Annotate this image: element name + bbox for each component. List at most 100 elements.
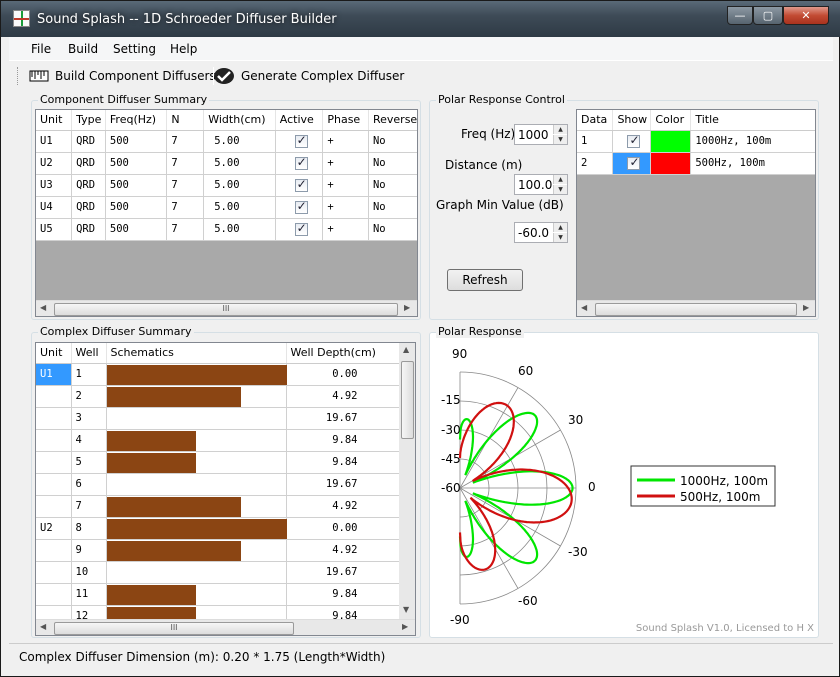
cell-phase[interactable]: + xyxy=(322,130,369,153)
complex-vscroll[interactable]: ▲ ▼ xyxy=(399,343,415,619)
check-icon[interactable] xyxy=(294,177,308,192)
cell-unit[interactable]: U1 xyxy=(36,363,72,386)
cell-unit[interactable]: U2 xyxy=(36,517,72,540)
cell-n[interactable]: 7 xyxy=(166,152,205,175)
cell-schematic[interactable] xyxy=(106,363,287,386)
show-checkbox[interactable] xyxy=(612,152,652,175)
column-header[interactable]: Well xyxy=(71,343,107,364)
cell-unit[interactable] xyxy=(36,407,72,430)
series-hscroll-thumb[interactable] xyxy=(595,303,797,316)
check-icon[interactable] xyxy=(294,155,308,170)
active-checkbox[interactable] xyxy=(275,130,324,153)
menu-setting[interactable]: Setting xyxy=(113,42,156,56)
build-component-button[interactable]: Build Component Diffusers xyxy=(29,67,216,85)
cell-unit[interactable]: U1 xyxy=(36,130,73,153)
cell-schematic[interactable] xyxy=(106,583,287,606)
cell-depth[interactable]: 9.84 xyxy=(286,583,401,606)
cell-well[interactable]: 9 xyxy=(71,539,107,562)
table-row[interactable]: 9 4.92 xyxy=(36,539,401,562)
table-row[interactable]: U1QRD50075.00 +No xyxy=(36,130,417,153)
component-hscroll-thumb[interactable]: III xyxy=(54,303,398,316)
spin-up-icon[interactable]: ▲ xyxy=(553,223,567,232)
column-header[interactable]: Type xyxy=(71,110,106,131)
cell-well[interactable]: 6 xyxy=(71,473,107,496)
cell-well[interactable]: 4 xyxy=(71,429,107,452)
cell-reverse[interactable]: No xyxy=(368,152,417,175)
table-row[interactable]: 4 9.84 xyxy=(36,429,401,452)
generate-complex-button[interactable]: Generate Complex Diffuser xyxy=(213,67,404,85)
cell-phase[interactable]: + xyxy=(322,218,369,241)
maximize-button[interactable]: ▢ xyxy=(753,6,783,25)
menu-help[interactable]: Help xyxy=(170,42,197,56)
series-row[interactable]: 1 1000Hz, 100m xyxy=(577,130,815,153)
cell-freq[interactable]: 500 xyxy=(105,130,168,153)
cell-type[interactable]: QRD xyxy=(71,152,106,175)
cell-depth[interactable]: 0.00 xyxy=(286,363,401,386)
cell-freq[interactable]: 500 xyxy=(105,174,168,197)
min-value-spinner[interactable]: -60.0 ▲ ▼ xyxy=(514,222,568,243)
cell-unit[interactable] xyxy=(36,473,72,496)
show-checkbox[interactable] xyxy=(612,130,652,153)
spin-down-icon[interactable]: ▼ xyxy=(553,233,567,242)
scroll-right-icon[interactable]: ▶ xyxy=(803,303,809,312)
scroll-left-icon[interactable]: ◀ xyxy=(40,622,46,631)
cell-depth[interactable]: 4.92 xyxy=(286,539,401,562)
cell-data[interactable]: 2 xyxy=(577,152,614,175)
cell-unit[interactable] xyxy=(36,583,72,606)
spin-down-icon[interactable]: ▼ xyxy=(553,135,567,144)
column-header[interactable]: Data xyxy=(577,110,614,131)
cell-reverse[interactable]: No xyxy=(368,218,417,241)
cell-depth[interactable]: 0.00 xyxy=(286,517,401,540)
cell-n[interactable]: 7 xyxy=(166,174,205,197)
column-header[interactable]: Show xyxy=(612,110,652,131)
cell-depth[interactable]: 9.84 xyxy=(286,429,401,452)
cell-schematic[interactable] xyxy=(106,495,287,518)
column-header[interactable]: Title xyxy=(690,110,815,131)
column-header[interactable]: Unit xyxy=(36,343,72,364)
column-header[interactable]: Well Depth(cm) xyxy=(286,343,401,364)
spin-up-icon[interactable]: ▲ xyxy=(553,125,567,134)
active-checkbox[interactable] xyxy=(275,174,324,197)
cell-width[interactable]: 5.00 xyxy=(203,218,276,241)
scroll-right-icon[interactable]: ▶ xyxy=(404,303,410,312)
cell-reverse[interactable]: No xyxy=(368,196,417,219)
check-icon[interactable] xyxy=(627,133,641,148)
table-row[interactable]: 10 19.67 xyxy=(36,561,401,584)
cell-well[interactable]: 8 xyxy=(71,517,107,540)
check-icon[interactable] xyxy=(294,133,308,148)
series-hscroll[interactable]: ◀ ▶ xyxy=(577,300,815,316)
cell-schematic[interactable] xyxy=(106,561,287,584)
active-checkbox[interactable] xyxy=(275,196,324,219)
table-row[interactable]: 7 4.92 xyxy=(36,495,401,518)
color-swatch[interactable] xyxy=(650,130,692,153)
component-hscroll[interactable]: ◀ III ▶ xyxy=(36,300,417,316)
cell-schematic[interactable] xyxy=(106,429,287,452)
check-icon[interactable] xyxy=(627,155,641,170)
cell-freq[interactable]: 500 xyxy=(105,196,168,219)
complex-vscroll-thumb[interactable] xyxy=(401,361,414,439)
cell-width[interactable]: 5.00 xyxy=(203,130,276,153)
table-row[interactable]: U3QRD50075.00 +No xyxy=(36,174,417,197)
complex-hscroll[interactable]: ◀ III ▶ xyxy=(36,619,415,635)
refresh-button[interactable]: Refresh xyxy=(447,269,523,291)
cell-width[interactable]: 5.00 xyxy=(203,152,276,175)
cell-unit[interactable] xyxy=(36,561,72,584)
cell-well[interactable]: 11 xyxy=(71,583,107,606)
cell-reverse[interactable]: No xyxy=(368,130,417,153)
cell-title[interactable]: 500Hz, 100m xyxy=(690,152,815,175)
cell-well[interactable]: 2 xyxy=(71,385,107,408)
cell-schematic[interactable] xyxy=(106,517,287,540)
table-row[interactable]: 11 9.84 xyxy=(36,583,401,606)
cell-phase[interactable]: + xyxy=(322,152,369,175)
cell-schematic[interactable] xyxy=(106,539,287,562)
cell-unit[interactable] xyxy=(36,385,72,408)
column-header[interactable]: Freq(Hz) xyxy=(105,110,168,131)
cell-n[interactable]: 7 xyxy=(166,218,205,241)
table-row[interactable]: 5 9.84 xyxy=(36,451,401,474)
cell-phase[interactable]: + xyxy=(322,174,369,197)
table-row[interactable]: U4QRD50075.00 +No xyxy=(36,196,417,219)
series-grid[interactable]: DataShowColorTitle 1 1000Hz, 100m 2 500Hz, … xyxy=(576,109,816,317)
cell-well[interactable]: 3 xyxy=(71,407,107,430)
cell-depth[interactable]: 19.67 xyxy=(286,473,401,496)
spin-up-icon[interactable]: ▲ xyxy=(553,175,567,184)
